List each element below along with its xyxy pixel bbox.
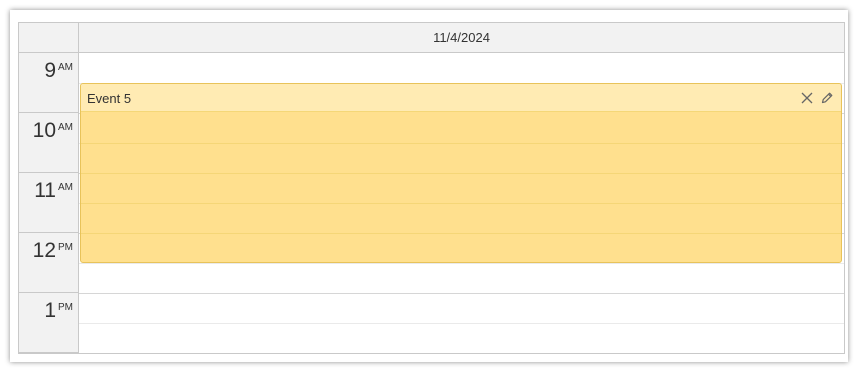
hour-number: 1 [44,299,56,322]
hour-ampm: AM [58,62,73,73]
half-hour-line [79,323,844,324]
hour-cell-1pm: 1 PM [19,293,78,353]
column-header-label: 11/4/2024 [433,30,490,45]
time-column: 9 AM 10 AM 11 AM 12 PM 1 PM [19,53,79,353]
hour-cell-10am: 10 AM [19,113,78,173]
hour-cell-9am: 9 AM [19,53,78,113]
event-slot-line [81,203,841,204]
hour-ampm: AM [58,182,73,193]
half-hour-line [79,263,844,264]
hour-cell-12pm: 12 PM [19,233,78,293]
calendar: 11/4/2024 9 AM 10 AM 11 AM 12 PM 1 PM Ev… [18,22,845,354]
hour-cell-11am: 11 AM [19,173,78,233]
event-slot-line [81,173,841,174]
pencil-icon[interactable] [819,90,835,106]
hour-line [79,293,844,294]
hour-ampm: AM [58,122,73,133]
hour-number: 10 [32,119,56,142]
hour-ampm: PM [58,302,73,313]
event-slot-line [81,143,841,144]
event-5[interactable]: Event 5 [80,83,842,263]
event-slot-line [81,233,841,234]
hour-number: 9 [44,59,56,82]
event-header[interactable]: Event 5 [81,84,841,112]
close-icon[interactable] [799,90,815,106]
hour-number: 12 [32,239,56,262]
hour-ampm: PM [58,242,73,253]
calendar-corner [19,23,79,53]
column-header-date[interactable]: 11/4/2024 [79,23,844,53]
event-title: Event 5 [87,91,132,106]
hour-number: 11 [34,179,56,202]
